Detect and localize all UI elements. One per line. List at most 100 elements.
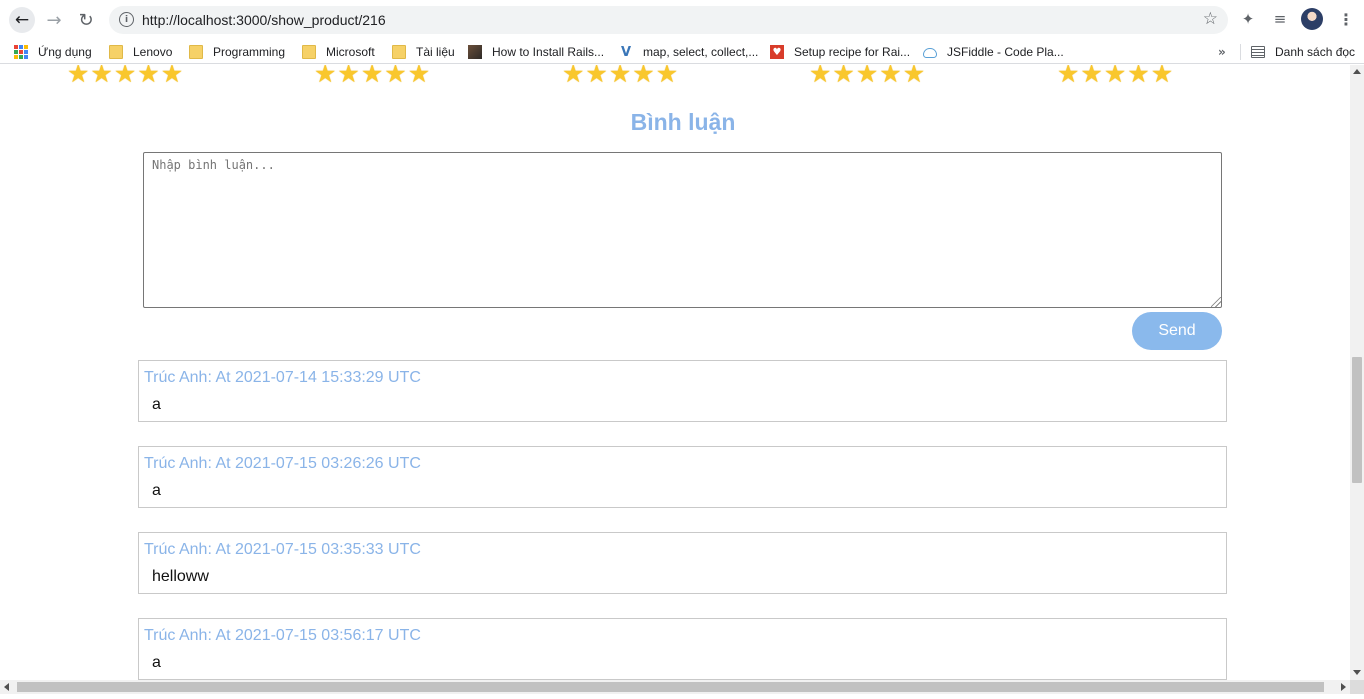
recipe-favicon-icon: ♥ (770, 45, 784, 59)
bookmark-label: Microsoft (326, 45, 375, 59)
comment-body: a (152, 482, 161, 499)
star-icon: ★ (137, 65, 160, 88)
horizontal-scrollbar[interactable] (0, 680, 1350, 694)
scrollbar-corner (1350, 680, 1364, 694)
star-icon: ★ (902, 65, 926, 88)
scroll-down-arrow-icon[interactable] (1353, 670, 1361, 675)
rating-stars: ★ ★ ★ ★ ★ (67, 65, 184, 88)
profile-avatar[interactable] (1301, 8, 1323, 30)
star-icon: ★ (113, 65, 137, 88)
bookmark-map-select-collect[interactable]: V map, select, collect,... (619, 43, 758, 61)
star-icon: ★ (1150, 65, 1174, 88)
star-icon: ★ (608, 65, 632, 88)
star-icon: ★ (855, 65, 879, 88)
star-icon: ★ (585, 65, 608, 88)
star-icon: ★ (832, 65, 855, 88)
star-icon: ★ (314, 65, 337, 88)
scroll-left-arrow-icon[interactable] (4, 683, 9, 691)
scroll-up-arrow-icon[interactable] (1353, 69, 1361, 74)
bookmark-folder-lenovo[interactable]: Lenovo (109, 43, 172, 61)
site-info-icon[interactable]: i (119, 12, 134, 27)
folder-icon (392, 45, 406, 59)
vertical-scroll-thumb[interactable] (1352, 357, 1362, 483)
comment-body: helloww (152, 568, 209, 585)
extensions-icon[interactable]: ✦ (1238, 9, 1258, 29)
star-icon: ★ (655, 65, 679, 88)
send-button[interactable]: Send (1132, 312, 1222, 350)
bookmark-label: Setup recipe for Rai... (794, 45, 911, 59)
star-icon: ★ (1127, 65, 1150, 88)
star-icon: ★ (407, 65, 431, 88)
horizontal-scroll-thumb[interactable] (17, 682, 1324, 692)
star-icon: ★ (1080, 65, 1103, 88)
bookmark-folder-programming[interactable]: Programming (189, 43, 285, 61)
comments-heading: Bình luận (630, 109, 736, 135)
window-bottom-edge (0, 694, 1364, 699)
star-icon: ★ (632, 65, 655, 88)
star-icon: ★ (1057, 65, 1080, 88)
forward-icon[interactable]: → (42, 8, 66, 32)
star-icon: ★ (562, 65, 585, 88)
comment-item: Trúc Anh: At 2021-07-15 03:26:26 UTC a (138, 446, 1227, 508)
apps-grid-icon (14, 45, 28, 59)
comment-item: Trúc Anh: At 2021-07-14 15:33:29 UTC a (138, 360, 1227, 422)
star-icon: ★ (337, 65, 360, 88)
bookmark-jsfiddle[interactable]: JSFiddle - Code Pla... (923, 43, 1064, 61)
rating-stars: ★ ★ ★ ★ ★ (314, 65, 431, 88)
bookmark-apps[interactable]: Ứng dụng (14, 43, 92, 61)
comment-item: Trúc Anh: At 2021-07-15 03:35:33 UTC hel… (138, 532, 1227, 594)
star-icon: ★ (384, 65, 407, 88)
star-icon: ★ (1103, 65, 1127, 88)
url-text[interactable]: http://localhost:3000/show_product/216 (142, 12, 386, 28)
reload-icon[interactable]: ↻ (74, 8, 98, 32)
browser-toolbar: ← → ↻ i http://localhost:3000/show_produ… (0, 0, 1364, 40)
comment-meta: Trúc Anh: At 2021-07-15 03:35:33 UTC (144, 541, 421, 558)
folder-icon (302, 45, 316, 59)
comment-meta: Trúc Anh: At 2021-07-15 03:56:17 UTC (144, 627, 421, 644)
bookmark-folder-microsoft[interactable]: Microsoft (302, 43, 375, 61)
rating-stars: ★ ★ ★ ★ ★ (809, 65, 926, 88)
rating-stars: ★ ★ ★ ★ ★ (1057, 65, 1174, 88)
comment-body: a (152, 396, 161, 413)
jsfiddle-favicon-icon (923, 48, 937, 58)
star-icon: ★ (360, 65, 384, 88)
reading-list-icon (1251, 46, 1265, 58)
star-icon: ★ (879, 65, 902, 88)
bookmark-setup-recipe[interactable]: ♥ Setup recipe for Rai... (770, 43, 910, 61)
comment-textarea[interactable] (143, 152, 1222, 308)
bookmark-rails-install[interactable]: How to Install Rails... (468, 43, 604, 61)
bookmark-label: map, select, collect,... (643, 45, 759, 59)
bookmark-label: Ứng dụng (38, 45, 92, 59)
bookmark-label: Tài liệu (416, 45, 455, 59)
comment-item: Trúc Anh: At 2021-07-15 03:56:17 UTC a (138, 618, 1227, 680)
bookmarks-overflow-icon[interactable]: » (1218, 43, 1226, 61)
bookmark-label: Programming (213, 45, 286, 59)
comment-body: a (152, 654, 161, 671)
bookmark-folder-tai-lieu[interactable]: Tài liệu (392, 43, 455, 61)
more-menu-icon[interactable]: ⋮ (1336, 9, 1356, 29)
bookmark-label: How to Install Rails... (492, 45, 605, 59)
folder-icon (189, 45, 203, 59)
star-icon: ★ (90, 65, 113, 88)
bookmark-label: Lenovo (133, 45, 173, 59)
vertical-scrollbar[interactable] (1350, 65, 1364, 680)
star-icon: ★ (809, 65, 832, 88)
star-icon: ★ (160, 65, 184, 88)
comment-meta: Trúc Anh: At 2021-07-14 15:33:29 UTC (144, 369, 421, 386)
bookmarks-divider (1240, 44, 1241, 60)
bookmark-label: JSFiddle - Code Pla... (947, 45, 1064, 59)
bookmark-star-icon[interactable]: ☆ (1203, 9, 1218, 29)
reading-list-button[interactable]: Danh sách đọc (1251, 43, 1355, 61)
rating-stars: ★ ★ ★ ★ ★ (562, 65, 679, 88)
scroll-right-arrow-icon[interactable] (1341, 683, 1346, 691)
media-queue-icon[interactable]: ≡ (1270, 9, 1290, 29)
star-icon: ★ (67, 65, 90, 88)
comment-meta: Trúc Anh: At 2021-07-15 03:26:26 UTC (144, 455, 421, 472)
v-favicon-icon: V (620, 44, 632, 60)
back-icon[interactable]: ← (9, 7, 35, 33)
folder-icon (109, 45, 123, 59)
textarea-resize-handle[interactable] (1211, 297, 1221, 307)
page-viewport: ★ ★ ★ ★ ★ ★ ★ ★ ★ ★ ★ ★ ★ ★ ★ ★ ★ ★ ★ ★ ★ ★ ★ ★ ★ Bình luận … (0, 65, 1350, 680)
bookmarks-bar: Ứng dụng Lenovo Programming Microsoft Tà… (0, 40, 1364, 64)
address-bar[interactable]: i http://localhost:3000/show_product/216… (109, 6, 1228, 34)
